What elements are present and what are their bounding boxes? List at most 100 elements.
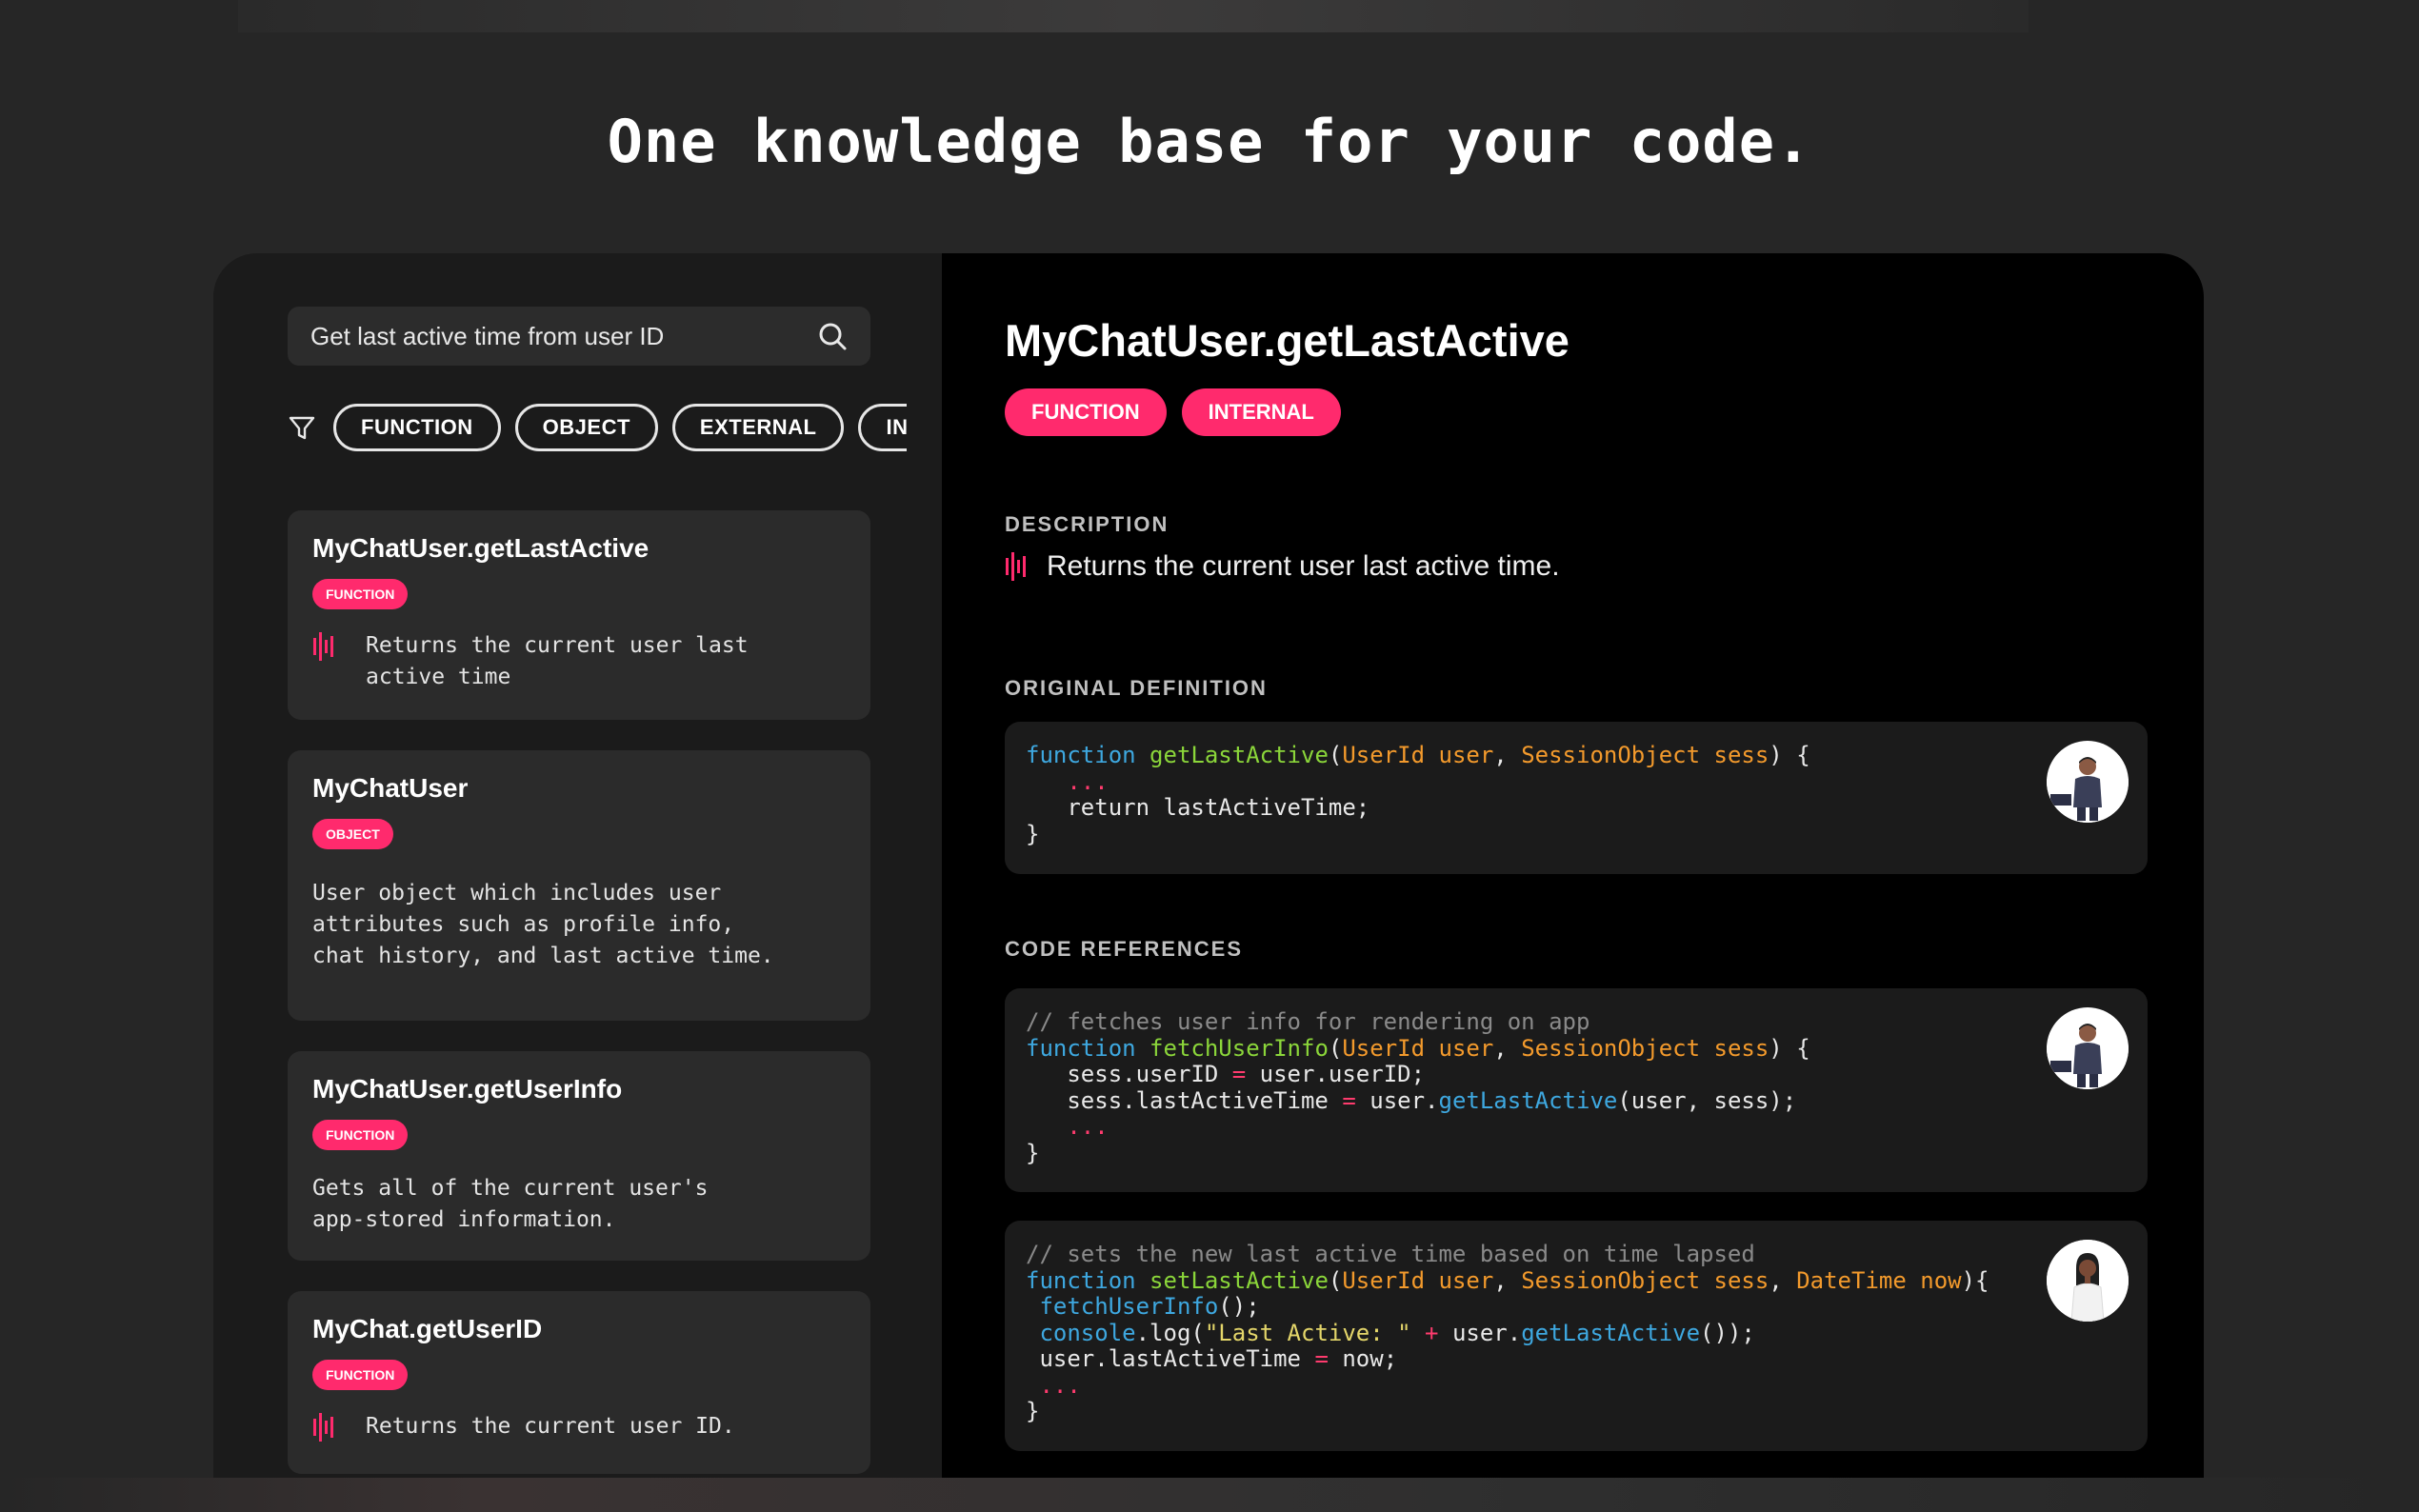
code-token: console: [1026, 1319, 1136, 1346]
code-line: console.log("Last Active: " + user.getLa…: [1026, 1319, 2127, 1347]
code-token: getLastActive: [1150, 742, 1329, 768]
detail-badge-internal: INTERNAL: [1181, 388, 1341, 436]
code-token: ...: [1026, 1113, 1109, 1140]
code-token: }: [1026, 1398, 1040, 1424]
code-token: user.: [1355, 1086, 1439, 1114]
detail-title: MyChatUser.getLastActive: [1005, 315, 1569, 366]
bottom-decor-strip: [0, 1478, 2419, 1512]
code-token: }: [1026, 820, 1040, 847]
code-token: (: [1328, 742, 1343, 768]
result-description: Returns the current user last active tim…: [366, 633, 749, 689]
code-line: function setLastActive(UserId user, Sess…: [1026, 1266, 2127, 1295]
code-token: UserId user: [1342, 1266, 1494, 1294]
code-line: sess.lastActiveTime = user.getLastActive…: [1026, 1086, 2127, 1115]
code-block: function getLastActive(UserId user, Sess…: [1026, 742, 2127, 847]
search-bar[interactable]: [288, 307, 870, 366]
result-badge: OBJECT: [312, 819, 393, 849]
filter-chip-external[interactable]: EXTERNAL: [671, 404, 845, 451]
code-line: }: [1026, 1139, 2127, 1167]
code-line: function fetchUserInfo(UserId user, Sess…: [1026, 1034, 2127, 1063]
code-token: SessionObject sess: [1521, 1034, 1769, 1062]
original-definition-label: ORIGINAL DEFINITION: [1005, 676, 1268, 700]
code-token: +: [1425, 1319, 1439, 1346]
filter-icon[interactable]: [288, 413, 316, 442]
code-token: ());: [1700, 1319, 1755, 1346]
avatar[interactable]: [2047, 741, 2129, 823]
code-token: UserId user: [1342, 1034, 1494, 1062]
code-references-label: CODE REFERENCES: [1005, 937, 1244, 961]
result-badge: FUNCTION: [312, 579, 409, 609]
code-line: ...: [1026, 1113, 2127, 1141]
detail-description: Returns the current user last active tim…: [1005, 550, 1560, 583]
detail-panel: MyChatUser.getLastActive FUNCTION INTERN…: [942, 253, 2204, 1512]
filter-chip-object[interactable]: OBJECT: [514, 404, 658, 451]
code-line: function getLastActive(UserId user, Sess…: [1026, 742, 2127, 769]
result-card[interactable]: MyChatUser.getUserInfo FUNCTION Gets all…: [288, 1051, 870, 1261]
result-card[interactable]: MyChatUser.getLastActive FUNCTION Return…: [288, 510, 870, 720]
original-definition-code: function getLastActive(UserId user, Sess…: [1005, 722, 2148, 874]
result-description: User object which includes user attribut…: [312, 881, 774, 968]
result-title: MyChatUser.getLastActive: [312, 533, 650, 563]
code-token: // fetches user info for rendering on ap…: [1026, 1008, 1590, 1035]
result-title: MyChatUser: [312, 773, 469, 803]
search-panel: FUNCTION OBJECT EXTERNAL INTERNAL MyChat…: [213, 253, 942, 1512]
code-line: // fetches user info for rendering on ap…: [1026, 1008, 2127, 1036]
code-reference: // fetches user info for rendering on ap…: [1005, 988, 2148, 1192]
result-badge: FUNCTION: [312, 1360, 409, 1390]
code-token: =: [1231, 1061, 1247, 1087]
code-token: setLastActive: [1150, 1266, 1329, 1294]
code-line: // sets the new last active time based o…: [1026, 1241, 2127, 1268]
code-token: ){: [1961, 1266, 1989, 1294]
filter-chip-function[interactable]: FUNCTION: [333, 404, 501, 451]
page-headline: One knowledge base for your code.: [607, 107, 1812, 176]
result-description: Returns the current user ID.: [366, 1414, 735, 1439]
code-reference: // sets the new last active time based o…: [1005, 1221, 2148, 1451]
code-line: user.lastActiveTime = now;: [1026, 1345, 2127, 1373]
top-decor-strip: [238, 0, 2029, 32]
result-badge: FUNCTION: [312, 1120, 409, 1150]
avatar[interactable]: [2047, 1240, 2129, 1322]
code-token: ,: [1769, 1266, 1797, 1294]
code-token: (user, sess);: [1617, 1086, 1797, 1114]
code-token: (: [1328, 1266, 1343, 1294]
search-icon[interactable]: [817, 321, 848, 351]
code-token: }: [1026, 1139, 1040, 1166]
code-line: ...: [1026, 1372, 2127, 1400]
code-token: ();: [1218, 1293, 1260, 1320]
code-token: ,: [1493, 742, 1522, 768]
code-token: sess.lastActiveTime: [1026, 1086, 1343, 1114]
person-avatar-icon: [2047, 1024, 2129, 1089]
code-token: ) {: [1769, 742, 1810, 768]
code-token: SessionObject sess: [1521, 742, 1769, 768]
code-token: =: [1342, 1086, 1356, 1114]
code-token: // sets the new last active time based o…: [1026, 1241, 1755, 1267]
code-token: return lastActiveTime;: [1026, 794, 1370, 821]
code-token: getLastActive: [1438, 1086, 1618, 1114]
soundwave-icon: [313, 632, 333, 661]
result-title: MyChatUser.getUserInfo: [312, 1074, 623, 1104]
code-line: return lastActiveTime;: [1026, 794, 2127, 822]
result-title: MyChat.getUserID: [312, 1314, 543, 1343]
code-line: }: [1026, 1398, 2127, 1425]
code-token: SessionObject sess: [1521, 1266, 1769, 1294]
code-token: fetchUserInfo: [1150, 1034, 1329, 1062]
soundwave-icon: [1006, 552, 1026, 581]
avatar[interactable]: [2047, 1007, 2129, 1089]
code-token: ,: [1493, 1034, 1522, 1062]
code-token: getLastActive: [1521, 1319, 1701, 1346]
result-card[interactable]: MyChat.getUserID FUNCTION Returns the cu…: [288, 1291, 870, 1474]
code-line: sess.userID = user.userID;: [1026, 1061, 2127, 1088]
code-token: function: [1026, 1266, 1150, 1294]
code-token: (: [1328, 1034, 1343, 1062]
search-input[interactable]: [310, 321, 817, 351]
detail-badges: FUNCTION INTERNAL: [1005, 388, 1356, 436]
result-card[interactable]: MyChatUser OBJECT User object which incl…: [288, 750, 870, 1021]
filter-chip-internal[interactable]: INTERNAL: [858, 404, 907, 451]
app-window: FUNCTION OBJECT EXTERNAL INTERNAL MyChat…: [213, 253, 2204, 1512]
code-token: function: [1026, 742, 1150, 768]
code-token: ,: [1493, 1266, 1522, 1294]
code-token: user.userID;: [1246, 1061, 1426, 1087]
code-token: ) {: [1769, 1034, 1810, 1062]
filter-bar: FUNCTION OBJECT EXTERNAL INTERNAL: [288, 402, 907, 453]
code-line: ...: [1026, 768, 2127, 796]
